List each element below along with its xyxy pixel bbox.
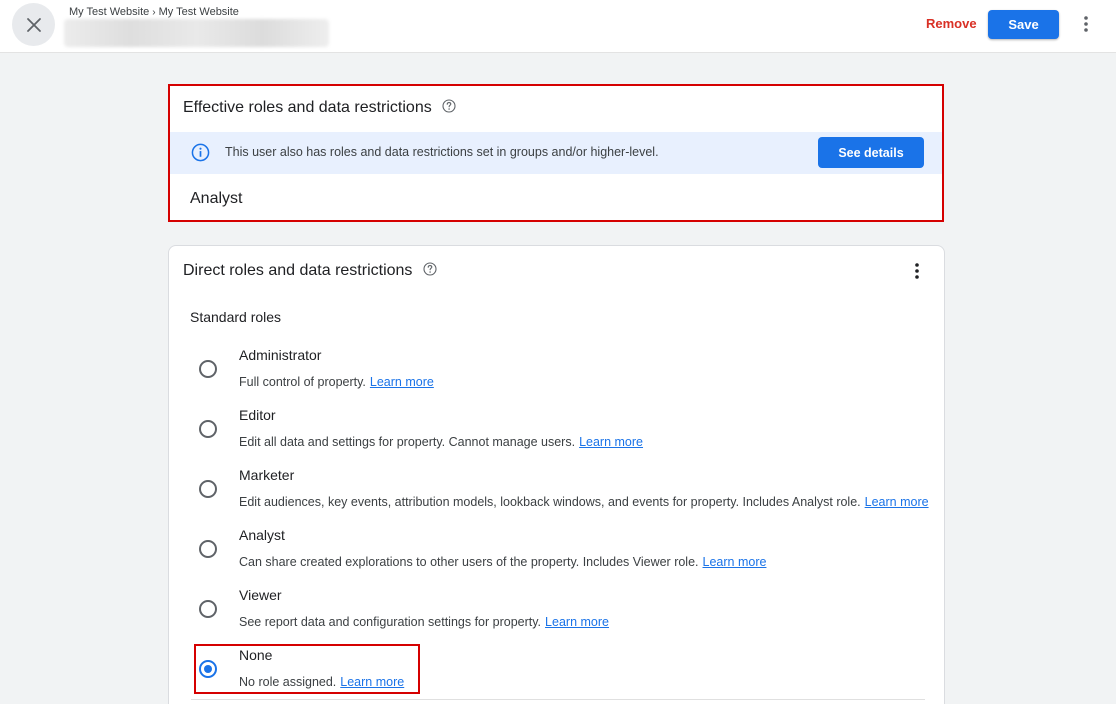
role-option-editor: Editor Edit all data and settings for pr…	[169, 407, 939, 463]
role-description: Edit all data and settings for property.…	[239, 435, 643, 449]
breadcrumb-account[interactable]: My Test Website	[69, 6, 149, 18]
remove-button[interactable]: Remove	[920, 12, 983, 36]
radio-analyst[interactable]	[199, 540, 217, 558]
role-name: Editor	[239, 407, 276, 423]
role-name: Marketer	[239, 467, 295, 483]
role-name: Analyst	[239, 527, 285, 543]
direct-roles-more-button[interactable]	[905, 259, 929, 283]
role-description: See report data and configuration settin…	[239, 615, 609, 629]
breadcrumb-separator-icon: ›	[152, 7, 156, 18]
breadcrumb-property[interactable]: My Test Website	[159, 6, 239, 18]
see-details-button[interactable]: See details	[818, 137, 924, 168]
role-description-text: Edit all data and settings for property.…	[239, 435, 576, 449]
radio-administrator[interactable]	[199, 360, 217, 378]
more-vert-icon	[1084, 16, 1088, 32]
role-option-marketer: Marketer Edit audiences, key events, att…	[169, 467, 939, 523]
highlight-none-option	[194, 644, 420, 694]
role-option-viewer: Viewer See report data and configuration…	[169, 587, 939, 643]
breadcrumb: My Test Website › My Test Website	[69, 6, 239, 18]
close-button[interactable]	[12, 3, 55, 46]
more-vert-icon	[915, 263, 919, 279]
close-icon	[26, 17, 41, 32]
learn-more-link[interactable]: Learn more	[703, 555, 767, 569]
learn-more-link[interactable]: Learn more	[545, 615, 609, 629]
effective-roles-card: Effective roles and data restrictions Th…	[168, 84, 944, 222]
info-banner: This user also has roles and data restri…	[170, 132, 942, 174]
effective-roles-title-text: Effective roles and data restrictions	[183, 99, 432, 116]
radio-viewer[interactable]	[199, 600, 217, 618]
direct-roles-title-text: Direct roles and data restrictions	[183, 262, 413, 279]
direct-roles-title: Direct roles and data restrictions	[183, 262, 437, 280]
radio-editor[interactable]	[199, 420, 217, 438]
standard-roles-label: Standard roles	[190, 309, 282, 325]
effective-roles-title: Effective roles and data restrictions	[183, 99, 456, 117]
top-bar: My Test Website › My Test Website Remove S…	[0, 0, 1116, 53]
info-icon	[191, 143, 210, 167]
role-description: Edit audiences, key events, attribution …	[239, 495, 929, 509]
info-banner-text: This user also has roles and data restri…	[225, 145, 659, 159]
radio-marketer[interactable]	[199, 480, 217, 498]
role-description-text: Full control of property.	[239, 375, 366, 389]
redacted-user-email	[64, 19, 329, 47]
role-description-text: Can share created explorations to other …	[239, 555, 699, 569]
effective-role-value: Analyst	[190, 190, 243, 207]
learn-more-link[interactable]: Learn more	[370, 375, 434, 389]
role-description: Full control of property. Learn more	[239, 375, 434, 389]
learn-more-link[interactable]: Learn more	[579, 435, 643, 449]
role-name: Viewer	[239, 587, 282, 603]
direct-roles-card: Direct roles and data restrictions Stand…	[168, 245, 945, 704]
more-options-button[interactable]	[1074, 12, 1098, 36]
role-name: Administrator	[239, 347, 322, 363]
role-description: Can share created explorations to other …	[239, 555, 766, 569]
role-description-text: Edit audiences, key events, attribution …	[239, 495, 861, 509]
learn-more-link[interactable]: Learn more	[865, 495, 929, 509]
role-option-analyst: Analyst Can share created explorations t…	[169, 527, 939, 583]
save-button[interactable]: Save	[988, 10, 1059, 39]
help-circle-icon[interactable]	[423, 262, 437, 276]
role-description-text: See report data and configuration settin…	[239, 615, 542, 629]
help-circle-icon[interactable]	[442, 99, 456, 113]
divider	[191, 699, 925, 700]
role-option-administrator: Administrator Full control of property. L…	[169, 347, 939, 403]
